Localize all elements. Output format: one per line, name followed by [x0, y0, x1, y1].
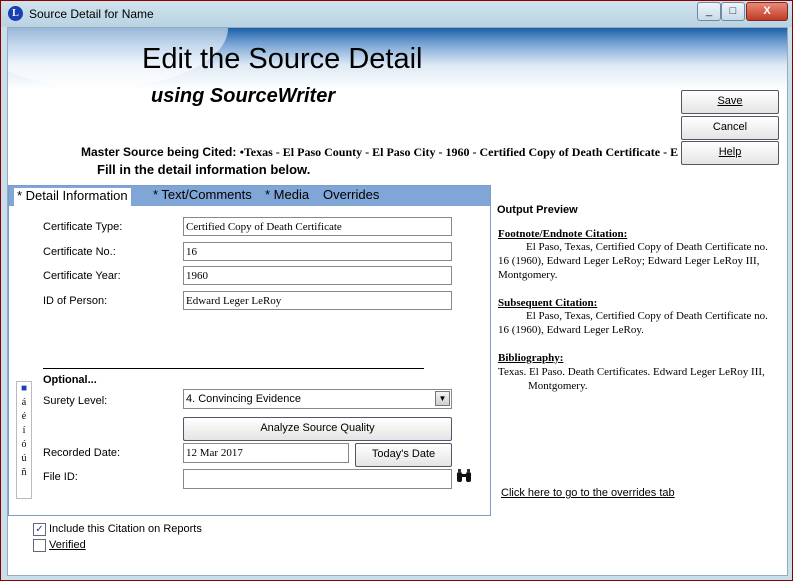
bibliography-text: Texas. El Paso. Death Certificates. Edwa…: [498, 366, 765, 392]
footnote-text: El Paso, Texas, Certified Copy of Death …: [498, 241, 768, 281]
save-button[interactable]: Save: [681, 90, 779, 114]
verified-label[interactable]: Verified: [49, 539, 86, 551]
minimize-button[interactable]: _: [697, 2, 721, 21]
include-on-reports-label[interactable]: Include this Citation on Reports: [49, 523, 202, 535]
char-u-acute[interactable]: ú: [17, 452, 31, 466]
page-title: Edit the Source Detail: [142, 43, 423, 75]
char-a-acute[interactable]: á: [17, 396, 31, 410]
dialog-body: Edit the Source Detail using SourceWrite…: [7, 27, 788, 576]
tab-detail-information[interactable]: * Detail Information: [13, 187, 132, 206]
person-id-label: ID of Person:: [43, 295, 108, 307]
instruction-text: Fill in the detail information below.: [97, 162, 311, 177]
source-detail-window: L Source Detail for Name _ □ X Edit the …: [0, 0, 793, 581]
tab-bar: * Detail Information * Text/Comments * M…: [9, 186, 490, 206]
certificate-type-field[interactable]: Certified Copy of Death Certificate: [183, 217, 452, 236]
subsequent-heading: Subsequent Citation:: [498, 297, 598, 309]
save-button-label: Save: [717, 95, 743, 107]
char-e-acute[interactable]: é: [17, 410, 31, 424]
binoculars-icon-graphic: [457, 469, 471, 482]
analyze-source-quality-button[interactable]: Analyze Source Quality: [183, 417, 452, 441]
char-i-acute[interactable]: í: [17, 424, 31, 438]
certificate-no-label: Certificate No.:: [43, 246, 116, 258]
person-id-field[interactable]: Edward Leger LeRoy: [183, 291, 452, 310]
binoculars-icon[interactable]: [455, 469, 473, 487]
file-id-field[interactable]: [183, 469, 452, 489]
window-title: Source Detail for Name: [29, 7, 154, 21]
char-o-acute[interactable]: ó: [17, 438, 31, 452]
todays-date-button[interactable]: Today's Date: [355, 443, 452, 467]
certificate-no-field[interactable]: 16: [183, 242, 452, 261]
app-logo-icon: L: [8, 6, 23, 21]
master-source-line: Master Source being Cited: •Texas - El P…: [81, 145, 681, 160]
detail-panel: * Detail Information * Text/Comments * M…: [8, 185, 491, 516]
verified-checkbox[interactable]: [33, 539, 46, 552]
recorded-date-field[interactable]: 12 Mar 2017: [183, 443, 349, 463]
master-source-value: •Texas - El Paso County - El Paso City -…: [239, 145, 679, 159]
master-source-label: Master Source being Cited:: [81, 145, 240, 159]
output-preview-title: Output Preview: [497, 204, 578, 216]
title-bar[interactable]: L Source Detail for Name _ □ X: [1, 1, 792, 27]
footnote-heading: Footnote/Endnote Citation:: [498, 228, 628, 240]
bibliography-heading: Bibliography:: [498, 352, 564, 364]
include-on-reports-checkbox[interactable]: ✓: [33, 523, 46, 536]
help-button[interactable]: Help: [681, 141, 779, 165]
palette-toggle-icon[interactable]: ■: [17, 382, 31, 396]
cancel-button[interactable]: Cancel: [681, 116, 779, 140]
certificate-year-field[interactable]: 1960: [183, 266, 452, 285]
maximize-button[interactable]: □: [721, 2, 745, 21]
certificate-year-label: Certificate Year:: [43, 270, 121, 282]
page-subtitle: using SourceWriter: [151, 85, 336, 107]
subsequent-text: El Paso, Texas, Certified Copy of Death …: [498, 310, 768, 336]
optional-heading: Optional...: [43, 374, 97, 386]
surety-level-value: 4. Convincing Evidence: [186, 393, 301, 405]
tab-text-comments[interactable]: * Text/Comments: [153, 187, 252, 202]
surety-level-select[interactable]: 4. Convincing Evidence ▼: [183, 389, 452, 409]
chevron-down-icon[interactable]: ▼: [435, 391, 450, 406]
surety-level-label: Surety Level:: [43, 395, 108, 407]
special-characters-palette: ■ á é í ó ú ñ: [16, 381, 32, 499]
tab-media[interactable]: * Media: [265, 187, 309, 202]
close-button[interactable]: X: [746, 2, 788, 21]
cancel-button-label: Cancel: [712, 121, 748, 133]
certificate-type-label: Certificate Type:: [43, 221, 123, 233]
overrides-tab-link[interactable]: Click here to go to the overrides tab: [501, 487, 675, 499]
help-button-label: Help: [718, 146, 742, 158]
optional-separator: [43, 368, 424, 369]
char-n-tilde[interactable]: ñ: [17, 466, 31, 480]
file-id-label: File ID:: [43, 471, 78, 483]
recorded-date-label: Recorded Date:: [43, 447, 121, 459]
tab-overrides[interactable]: Overrides: [323, 187, 379, 202]
